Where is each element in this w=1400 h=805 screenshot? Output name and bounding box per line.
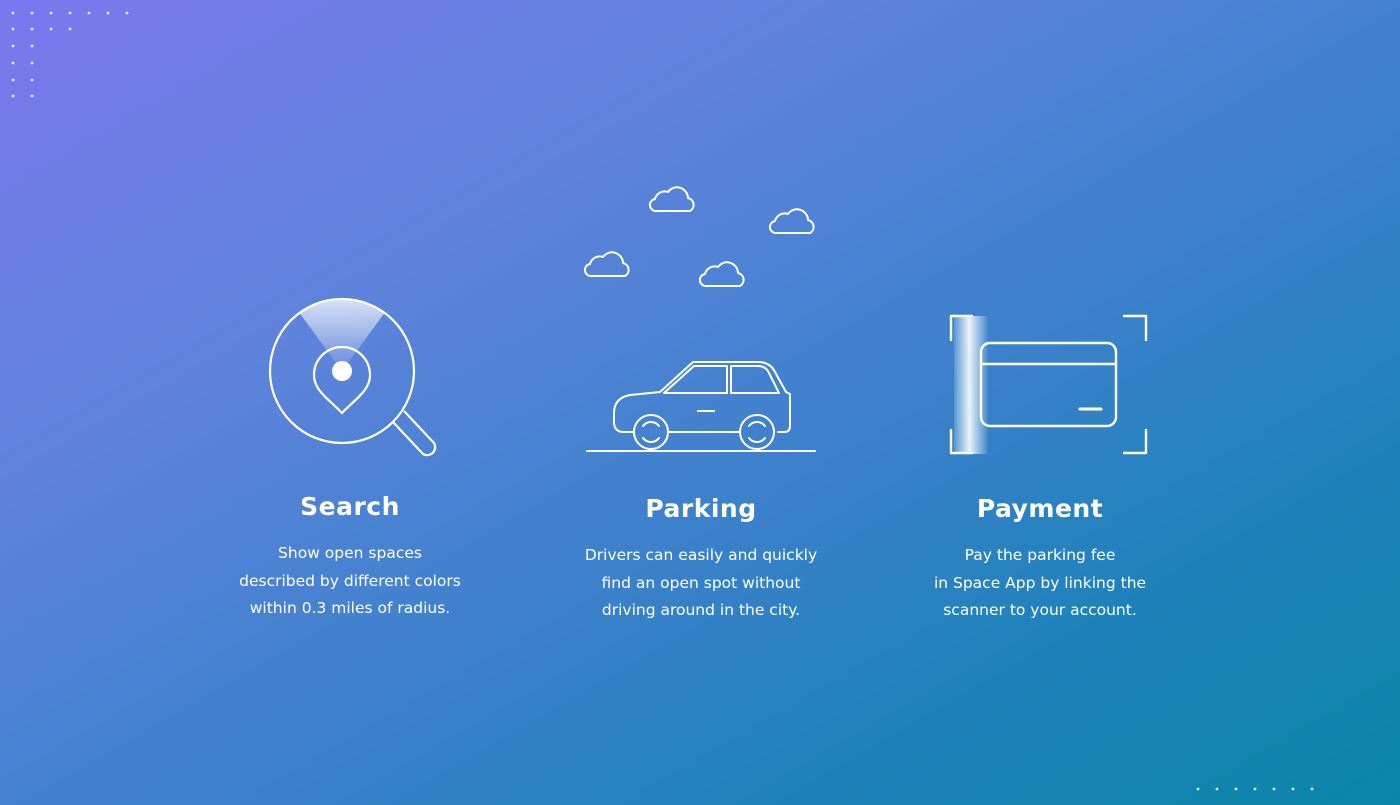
feature-title: Parking [645, 494, 757, 523]
feature-search: Search Show open spaces described by dif… [200, 492, 500, 623]
decorative-dots-bottom-right [1196, 787, 1314, 791]
feature-description: Show open spaces described by different … [239, 544, 461, 617]
cloud-icon [698, 261, 745, 288]
card-scan-icon [949, 314, 1148, 455]
cloud-icon [648, 186, 695, 213]
feature-description: Drivers can easily and quickly find an o… [584, 546, 818, 619]
cloud-icon [768, 208, 815, 235]
feature-description: Pay the parking fee in Space App by link… [933, 546, 1147, 619]
feature-title: Search [300, 492, 400, 521]
cloud-icon [583, 251, 630, 278]
decorative-dots-top-left [11, 11, 129, 98]
feature-title: Payment [976, 494, 1104, 523]
car-parking-icon [583, 186, 816, 452]
feature-payment: Payment Pay the parking fee in Space App… [890, 494, 1190, 625]
feature-parking: Parking Drivers can easily and quickly f… [546, 494, 856, 625]
map-search-icon [268, 297, 437, 457]
